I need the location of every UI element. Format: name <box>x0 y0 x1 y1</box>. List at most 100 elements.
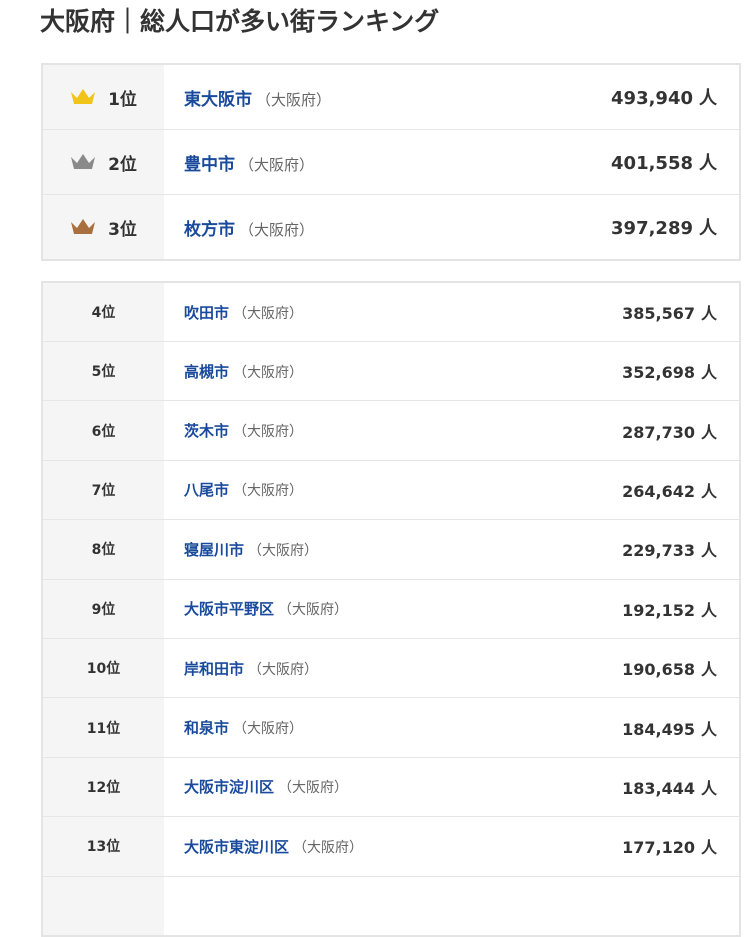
population-number: 184,495 <box>622 719 695 739</box>
city-cell: 豊中市 （大阪府） <box>164 150 539 175</box>
rank-cell: 8位 <box>43 520 164 579</box>
population-number: 264,642 <box>622 481 695 501</box>
rank-cell: 4位 <box>43 283 164 341</box>
population-number: 397,289 <box>611 218 693 239</box>
city-cell: 岸和田市 （大阪府） <box>164 658 539 679</box>
rank-cell: 2位 <box>43 130 164 194</box>
prefecture-label: （大阪府） <box>239 220 315 239</box>
population-value: 385,567 人 <box>539 300 739 324</box>
population-number: 192,152 <box>622 600 695 620</box>
ranking-row: 11位 和泉市 （大阪府） 184,495 人 <box>43 697 739 757</box>
prefecture-label: （大阪府） <box>233 364 304 381</box>
population-value: 183,444 人 <box>539 775 739 799</box>
population-unit: 人 <box>700 778 717 798</box>
population-unit: 人 <box>699 153 717 174</box>
ranking-row: 4位 吹田市 （大阪府） 385,567 人 <box>43 283 739 341</box>
ranking-row: 6位 茨木市 （大阪府） 287,730 人 <box>43 400 739 460</box>
rank-label: 13位 <box>86 839 121 856</box>
population-unit: 人 <box>700 541 717 561</box>
city-cell: 大阪市東淀川区 （大阪府） <box>164 836 539 857</box>
rank-label: 12位 <box>86 779 121 796</box>
population-value: 264,642 人 <box>539 478 739 502</box>
population-value: 401,558 人 <box>539 149 739 175</box>
city-link[interactable]: 豊中市 <box>184 150 235 175</box>
rank-label: 1位 <box>108 89 137 110</box>
rank-cell: 11位 <box>43 698 164 757</box>
population-unit: 人 <box>700 363 717 383</box>
city-cell: 茨木市 （大阪府） <box>164 420 539 441</box>
ranking-row: 10位 岸和田市 （大阪府） 190,658 人 <box>43 637 739 698</box>
city-link[interactable]: 八尾市 <box>184 479 229 500</box>
prefecture-label: （大阪府） <box>239 155 315 174</box>
prefecture-label: （大阪府） <box>293 839 364 856</box>
ranking-row <box>43 875 739 935</box>
ranking-row: 12位 大阪市淀川区 （大阪府） 183,444 人 <box>43 756 739 817</box>
rank-label: 2位 <box>108 154 137 175</box>
gold-crown-icon <box>71 89 96 104</box>
population-number: 229,733 <box>622 541 695 561</box>
ranking-row: 5位 高槻市 （大阪府） 352,698 人 <box>43 341 739 401</box>
population-value: 190,658 人 <box>539 656 739 680</box>
city-link[interactable]: 大阪市東淀川区 <box>184 836 289 857</box>
city-cell: 大阪市平野区 （大阪府） <box>164 598 539 619</box>
ranking-row: 1位 東大阪市 （大阪府） 493,940 人 <box>43 65 739 129</box>
population-number: 177,120 <box>622 838 695 858</box>
ranking-row: 13位 大阪市東淀川区 （大阪府） 177,120 人 <box>43 816 739 876</box>
ranking-row: 9位 大阪市平野区 （大阪府） 192,152 人 <box>43 578 739 638</box>
city-link[interactable]: 大阪市淀川区 <box>184 776 274 797</box>
population-unit: 人 <box>699 88 717 109</box>
prefecture-label: （大阪府） <box>248 661 319 678</box>
city-link[interactable]: 岸和田市 <box>184 658 244 679</box>
bronze-crown-icon <box>71 219 96 234</box>
city-cell: 東大阪市 （大阪府） <box>164 85 539 110</box>
top3-ranking-table: 1位 東大阪市 （大阪府） 493,940 人 2位 豊中市 （大阪府） 401,… <box>41 63 741 261</box>
city-link[interactable]: 茨木市 <box>184 420 229 441</box>
rank-label: 10位 <box>86 661 121 678</box>
city-link[interactable]: 枚方市 <box>184 215 235 240</box>
rank-label: 4位 <box>91 305 116 321</box>
rank-cell: 3位 <box>43 195 164 259</box>
rank-label: 11位 <box>86 720 121 737</box>
city-link[interactable]: 寝屋川市 <box>184 539 244 560</box>
population-unit: 人 <box>700 660 717 680</box>
city-cell: 大阪市淀川区 （大阪府） <box>164 776 539 797</box>
rank-label: 6位 <box>91 423 116 440</box>
prefecture-label: （大阪府） <box>278 602 349 619</box>
population-value: 192,152 人 <box>539 597 739 621</box>
rank-cell: 9位 <box>43 579 164 638</box>
city-link[interactable]: 和泉市 <box>184 717 229 738</box>
city-link[interactable]: 東大阪市 <box>184 85 252 110</box>
population-value: 177,120 人 <box>539 834 739 858</box>
population-number: 385,567 <box>622 304 695 323</box>
prefecture-label: （大阪府） <box>233 721 304 738</box>
population-value: 352,698 人 <box>539 359 739 383</box>
population-unit: 人 <box>699 218 717 239</box>
city-cell: 吹田市 （大阪府） <box>164 302 539 323</box>
city-cell: 枚方市 （大阪府） <box>164 215 539 240</box>
page-title: 大阪府｜総人口が多い街ランキング <box>40 7 440 36</box>
silver-crown-icon <box>71 154 96 169</box>
population-unit: 人 <box>700 838 717 858</box>
prefecture-label: （大阪府） <box>248 542 319 559</box>
rank-cell: 12位 <box>43 757 164 817</box>
ranking-row: 3位 枚方市 （大阪府） 397,289 人 <box>43 194 739 259</box>
population-unit: 人 <box>700 719 717 739</box>
population-value: 184,495 人 <box>539 716 739 740</box>
population-number: 493,940 <box>611 88 693 109</box>
city-link[interactable]: 高槻市 <box>184 361 229 382</box>
city-cell: 八尾市 （大阪府） <box>164 479 539 500</box>
ranking-row: 8位 寝屋川市 （大阪府） 229,733 人 <box>43 519 739 579</box>
rank-cell <box>43 876 164 935</box>
population-value: 397,289 人 <box>539 214 739 240</box>
population-unit: 人 <box>700 481 717 501</box>
population-value: 493,940 人 <box>539 84 739 110</box>
prefecture-label: （大阪府） <box>233 305 304 322</box>
population-number: 287,730 <box>622 422 695 442</box>
population-value: 229,733 人 <box>539 537 739 561</box>
rank-cell: 13位 <box>43 817 164 876</box>
city-link[interactable]: 大阪市平野区 <box>184 598 274 619</box>
population-value: 287,730 人 <box>539 419 739 443</box>
population-unit: 人 <box>700 422 717 442</box>
city-link[interactable]: 吹田市 <box>184 302 229 323</box>
rank-label: 8位 <box>91 542 116 559</box>
